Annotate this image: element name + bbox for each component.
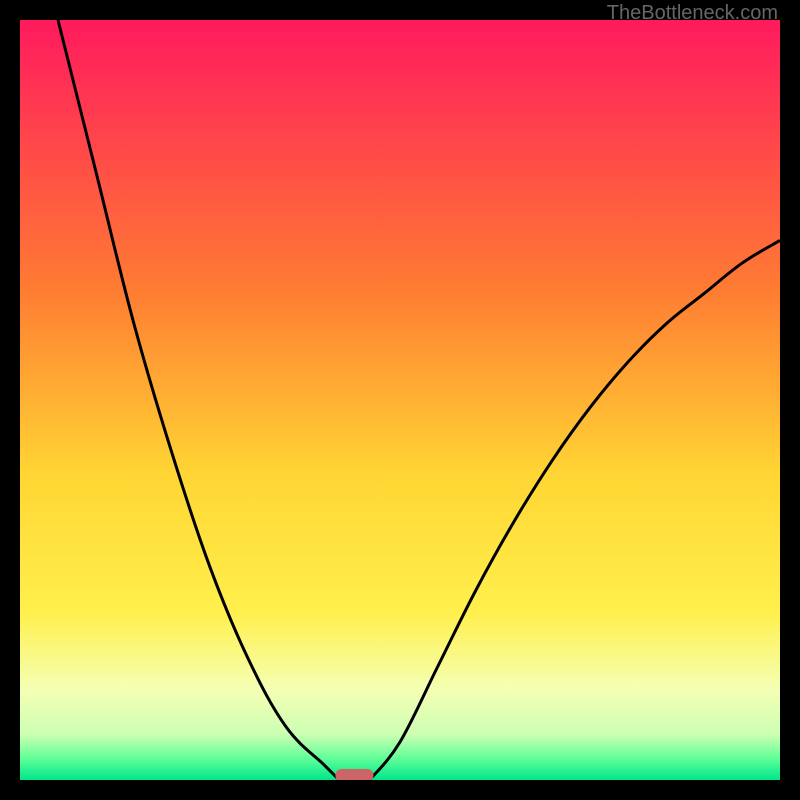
gradient-background [20, 20, 780, 780]
watermark-text: TheBottleneck.com [607, 2, 778, 25]
chart-container: TheBottleneck.com [0, 0, 800, 800]
bottleneck-marker [335, 769, 373, 780]
plot-area [20, 20, 780, 780]
chart-svg [20, 20, 780, 780]
